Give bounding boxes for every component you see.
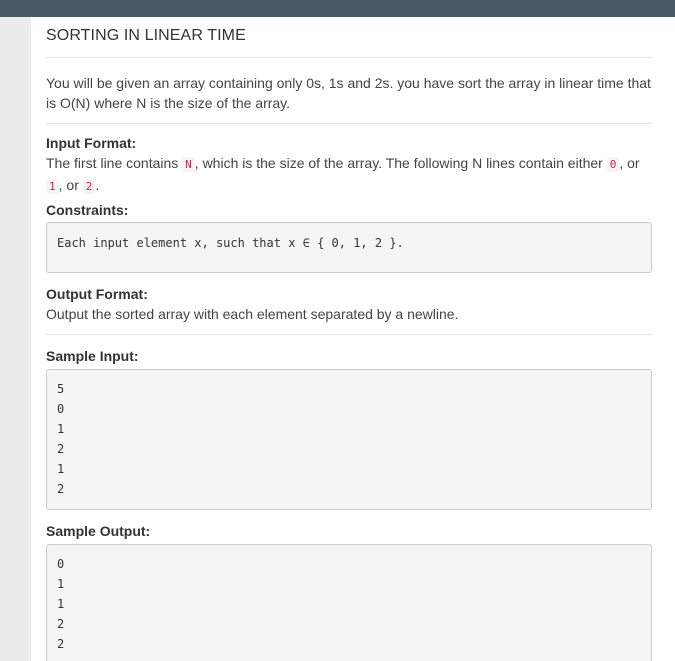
- input-format-heading: Input Format:: [46, 135, 137, 151]
- input-format-sep-1: , or: [619, 155, 640, 171]
- sample-output-line: 2: [57, 617, 65, 631]
- output-format-heading: Output Format:: [46, 286, 148, 302]
- input-format-text: The first line contains N, which is the …: [46, 153, 652, 197]
- problem-description: You will be given an array containing on…: [46, 75, 651, 111]
- constraints-text: Each input element x, such that x ∈ { 0,…: [57, 236, 404, 250]
- sample-output-line: 2: [57, 637, 65, 651]
- inline-code-0: 0: [606, 157, 620, 172]
- sample-output-heading: Sample Output:: [46, 523, 151, 539]
- inline-code-1: 1: [46, 179, 59, 194]
- input-format-end: .: [95, 177, 100, 193]
- sample-output-block: 0 1 1 2 2: [46, 544, 652, 661]
- sample-input-line: 1: [57, 462, 65, 476]
- sample-input-heading: Sample Input:: [46, 348, 139, 364]
- inline-code-2: 2: [82, 179, 96, 194]
- output-divider: [46, 334, 652, 335]
- sample-input-line: 2: [57, 482, 65, 496]
- description-divider: [46, 123, 652, 124]
- sample-output-line: 0: [57, 557, 65, 571]
- input-format-text-1: The first line contains: [46, 155, 183, 171]
- input-format-text-2: , which is the size of the array. The fo…: [194, 155, 607, 171]
- input-format-sep-2: , or: [58, 177, 83, 193]
- sample-output-line: 1: [57, 597, 65, 611]
- sample-input-block: 5 0 1 2 1 2: [46, 369, 652, 510]
- problem-title: SORTING IN LINEAR TIME: [46, 27, 246, 44]
- sample-input-line: 0: [57, 402, 65, 416]
- sample-output-line: 1: [57, 577, 65, 591]
- problem-card: SORTING IN LINEAR TIME You will be given…: [31, 17, 675, 661]
- top-bar: [0, 0, 675, 17]
- sample-input-line: 1: [57, 422, 65, 436]
- sample-input-line: 5: [57, 382, 65, 396]
- sample-input-line: 2: [57, 442, 65, 456]
- output-format-text: Output the sorted array with each elemen…: [46, 306, 459, 322]
- constraints-heading: Constraints:: [46, 202, 129, 218]
- constraints-code-block: Each input element x, such that x ∈ { 0,…: [46, 222, 652, 273]
- inline-code-n: N: [182, 157, 195, 172]
- title-divider: [46, 57, 652, 58]
